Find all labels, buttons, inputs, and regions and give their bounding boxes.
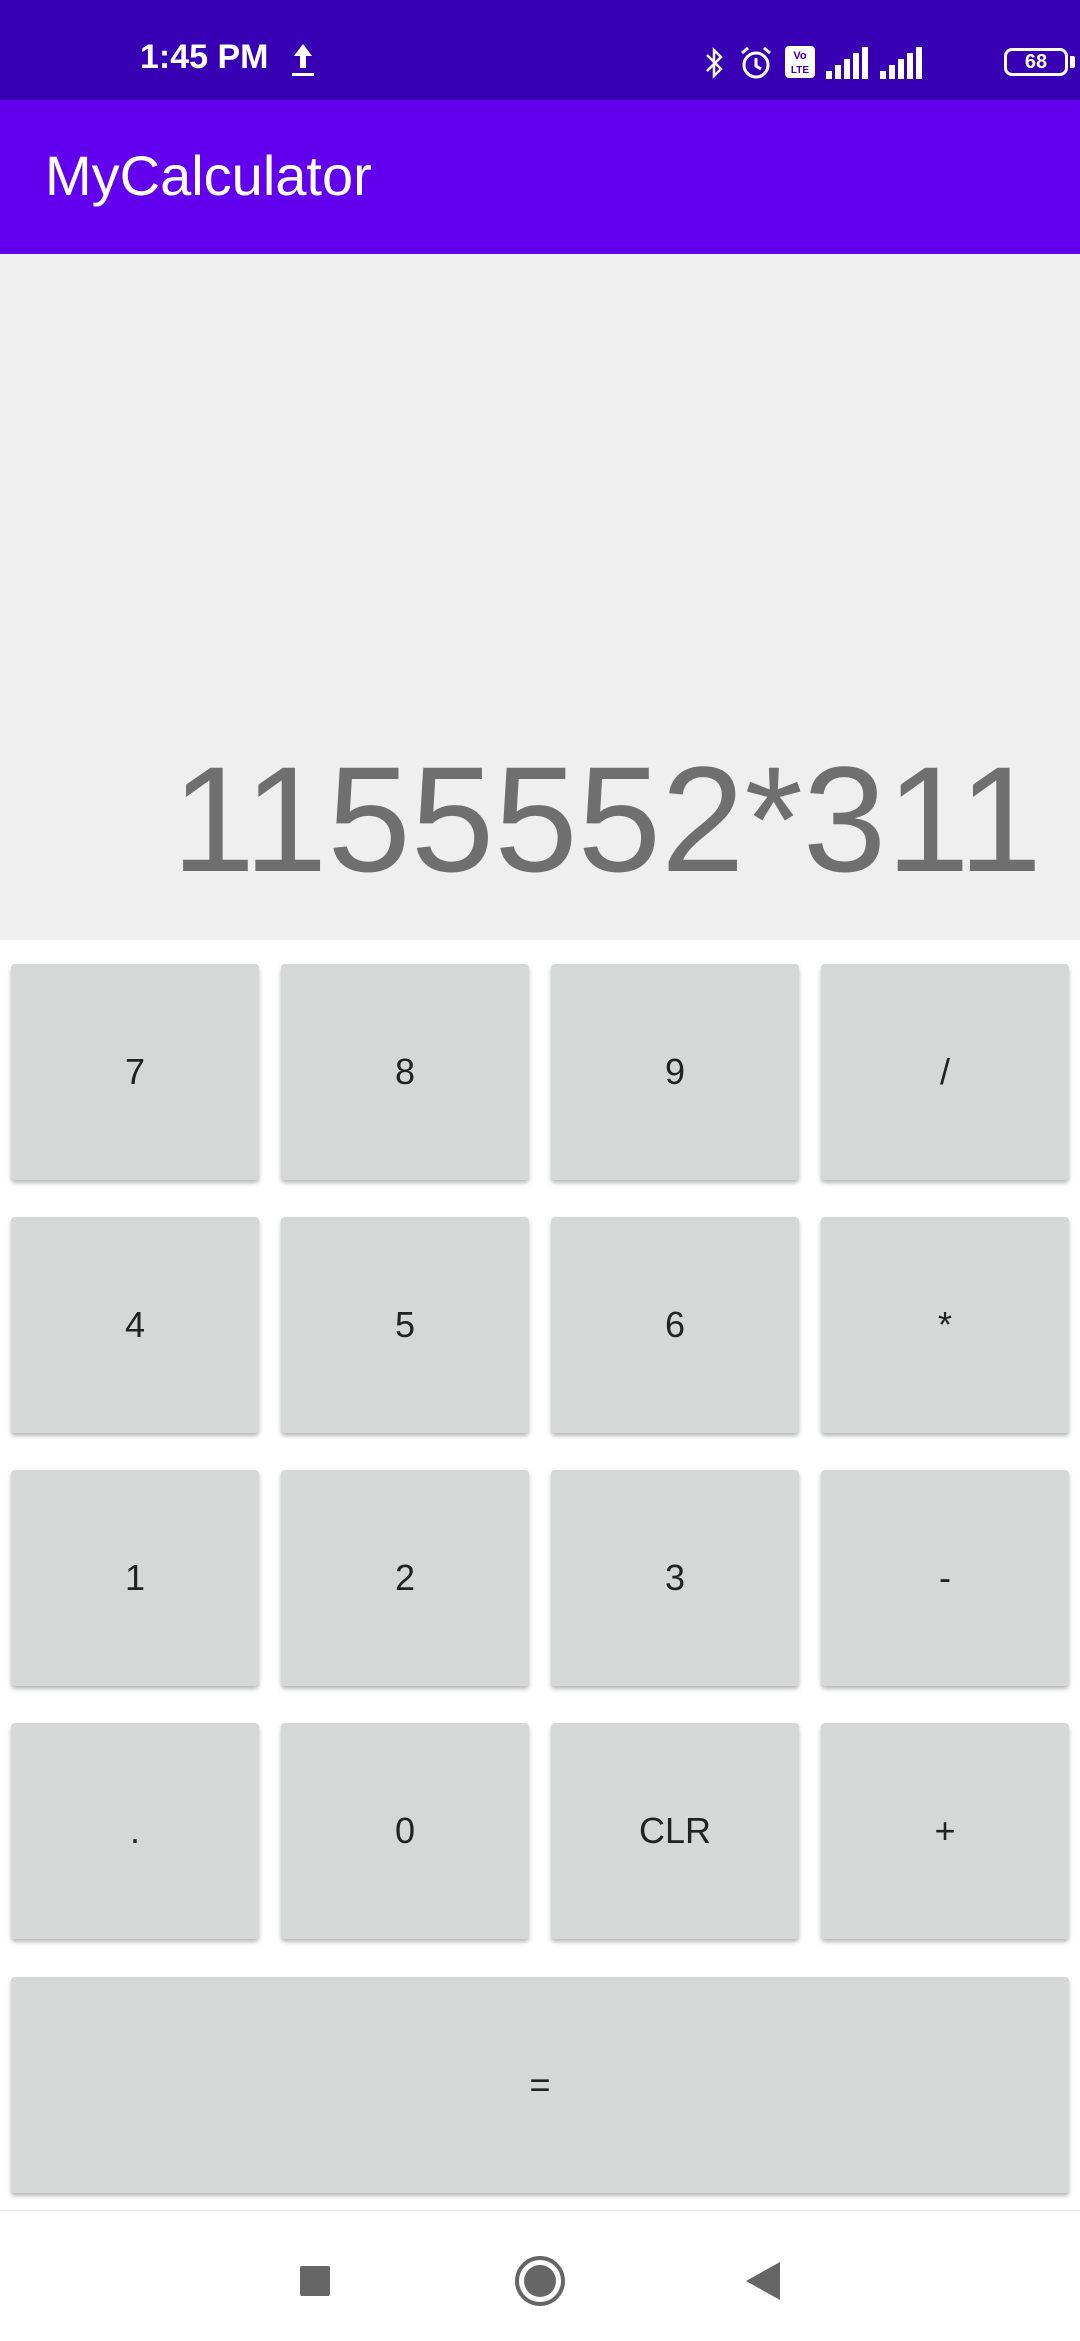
key-7[interactable]: 7 [11, 964, 259, 1180]
home-icon[interactable] [510, 2251, 570, 2311]
key-0[interactable]: 0 [281, 1723, 529, 1939]
key-9[interactable]: 9 [551, 964, 799, 1180]
back-icon[interactable] [735, 2251, 795, 2311]
key-4[interactable]: 4 [11, 1217, 259, 1433]
app-title: MyCalculator [45, 144, 372, 207]
alarm-icon [741, 46, 771, 79]
key-divide[interactable]: / [821, 964, 1069, 1180]
svg-text:Vo: Vo [793, 50, 807, 62]
status-time: 1:45 PM [140, 38, 269, 76]
key-8[interactable]: 8 [281, 964, 529, 1180]
key-subtract[interactable]: - [821, 1470, 1069, 1686]
keypad: 7 8 9 / 4 5 6 * 1 2 3 - . 0 CLR + = [0, 940, 1080, 2210]
key-add[interactable]: + [821, 1723, 1069, 1939]
key-clear[interactable]: CLR [551, 1723, 799, 1939]
app-bar: MyCalculator [0, 100, 1080, 254]
key-6[interactable]: 6 [551, 1217, 799, 1433]
battery-tip [1070, 56, 1075, 68]
bluetooth-icon [706, 46, 723, 80]
key-3[interactable]: 3 [551, 1470, 799, 1686]
navigation-bar [0, 2210, 1080, 2341]
svg-text:LTE: LTE [791, 65, 809, 76]
volte-icon: Vo LTE [785, 46, 815, 78]
battery-icon: 68 [1004, 48, 1068, 76]
key-2[interactable]: 2 [281, 1470, 529, 1686]
recent-apps-icon[interactable] [285, 2251, 345, 2311]
status-icons: Vo LTE 68 [660, 0, 1080, 100]
key-5[interactable]: 5 [281, 1217, 529, 1433]
signal-icon [880, 47, 922, 79]
signal-icon [826, 47, 868, 79]
key-multiply[interactable]: * [821, 1217, 1069, 1433]
key-equals[interactable]: = [11, 1977, 1069, 2193]
expression-display: 1155552*311 [171, 735, 1042, 903]
calculator-display: 1155552*311 [0, 254, 1080, 940]
upload-icon [292, 44, 314, 76]
key-1[interactable]: 1 [11, 1470, 259, 1686]
status-bar: 1:45 PM Vo LTE 68 [0, 0, 1080, 100]
key-decimal[interactable]: . [11, 1723, 259, 1939]
